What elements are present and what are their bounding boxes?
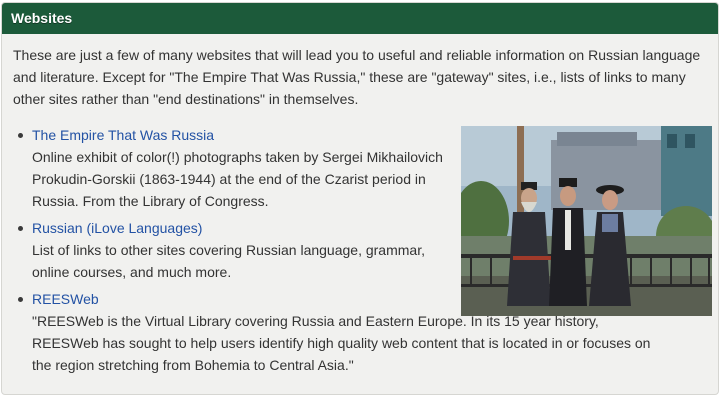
intro-paragraph: These are just a few of many websites th… — [13, 47, 701, 107]
bullet-icon — [18, 133, 23, 138]
link-description: List of links to other sites covering Ru… — [32, 242, 425, 280]
panel-title: Websites — [2, 3, 718, 34]
link-reesweb[interactable]: REESWeb — [32, 291, 99, 307]
list-item: REESWeb "REESWeb is the Virtual Library … — [18, 288, 650, 376]
link-description: Online exhibit of color(!) photographs t… — [32, 149, 443, 209]
list-item: Russian (iLove Languages) List of links … — [18, 217, 457, 283]
list-item: The Empire That Was Russia Online exhibi… — [18, 124, 457, 212]
websites-panel: Websites These are just a few of many we… — [1, 2, 719, 395]
link-empire-that-was-russia[interactable]: The Empire That Was Russia — [32, 127, 214, 143]
bullet-icon — [18, 226, 23, 231]
website-list: The Empire That Was Russia Online exhibi… — [18, 124, 650, 381]
photograph-three-people-icon — [461, 126, 712, 316]
link-russian-ilove-languages[interactable]: Russian (iLove Languages) — [32, 220, 202, 236]
link-description: "REESWeb is the Virtual Library covering… — [32, 313, 651, 373]
bullet-icon — [18, 297, 23, 302]
